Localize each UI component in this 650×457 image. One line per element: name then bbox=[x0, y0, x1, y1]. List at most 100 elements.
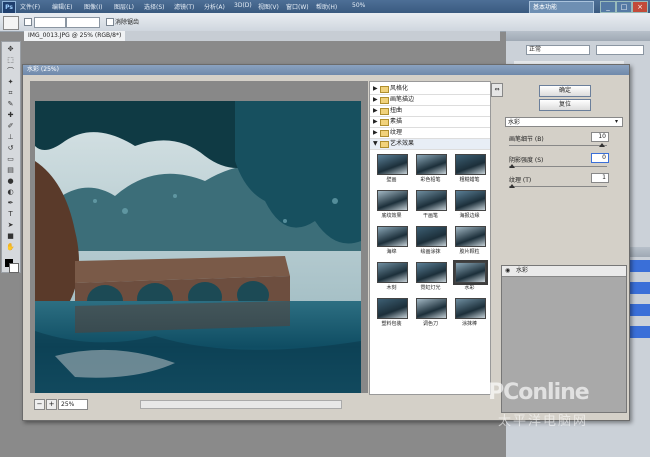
folder-open-icon bbox=[380, 141, 389, 148]
marquee-tool-icon[interactable]: ⬚ bbox=[5, 56, 16, 65]
brush-detail-slider[interactable] bbox=[509, 145, 607, 146]
brush-tool-icon[interactable]: ✐ bbox=[5, 122, 16, 131]
filter-thumbnail-label: 涂抹棒 bbox=[461, 321, 477, 327]
preview-pane[interactable] bbox=[30, 81, 368, 393]
preview-scrollbar[interactable] bbox=[140, 400, 342, 409]
blend-mode-select[interactable]: 正常 bbox=[526, 45, 590, 55]
category-label: 扭曲 bbox=[390, 107, 403, 114]
menu-analysis[interactable]: 分析(A) bbox=[204, 2, 225, 11]
shape-tool-icon[interactable]: ■ bbox=[5, 232, 16, 241]
menu-help[interactable]: 帮助(H) bbox=[316, 2, 337, 11]
opacity-field[interactable] bbox=[596, 45, 644, 55]
maximize-button[interactable]: □ bbox=[616, 1, 632, 13]
filter-preview-icon bbox=[416, 190, 447, 211]
shadow-intensity-slider[interactable] bbox=[509, 166, 607, 167]
toolbox: ✥ ⬚ ⌒ ✦ ⌗ ✎ ✚ ✐ ⊥ ↺ ▭ ▤ ● ◐ ✒ T ➤ ■ ✋ bbox=[1, 41, 21, 273]
menu-image[interactable]: 图像(I) bbox=[84, 2, 102, 11]
chevron-down-icon[interactable]: ▾ bbox=[615, 117, 618, 127]
slider-handle[interactable] bbox=[599, 143, 605, 147]
blur-tool-icon[interactable]: ● bbox=[5, 177, 16, 186]
antialias-label: 消除锯齿 bbox=[115, 19, 140, 26]
filter-preview-icon bbox=[416, 262, 447, 283]
crop-tool-icon[interactable]: ⌗ bbox=[5, 89, 16, 98]
type-tool-icon[interactable]: T bbox=[5, 210, 16, 219]
filter-preview-icon bbox=[416, 226, 447, 247]
eyedropper-icon[interactable]: ✎ bbox=[5, 100, 16, 109]
ok-button[interactable]: 确定 bbox=[539, 85, 591, 97]
lasso-tool-icon[interactable]: ⌒ bbox=[5, 67, 16, 76]
folder-icon bbox=[380, 97, 389, 104]
menu-filter[interactable]: 滤镜(T) bbox=[174, 2, 194, 11]
tool-preset-icon[interactable] bbox=[3, 16, 19, 30]
eye-icon[interactable]: ◉ bbox=[505, 268, 511, 274]
dodge-tool-icon[interactable]: ◐ bbox=[5, 188, 16, 197]
healing-brush-icon[interactable]: ✚ bbox=[5, 111, 16, 120]
gradient-tool-icon[interactable]: ▤ bbox=[5, 166, 16, 175]
filter-list: ▶ 风格化 ▶ 画笔描边 ▶ 扭曲 ▶ 素描 ▶ 纹理 ▼ 艺术效果 壁画 彩色… bbox=[369, 81, 491, 395]
magic-wand-icon[interactable]: ✦ bbox=[5, 78, 16, 87]
folder-icon bbox=[380, 130, 389, 137]
filter-thumbnail-label: 胶片颗粒 bbox=[459, 249, 480, 255]
category-distort[interactable]: ▶ 扭曲 bbox=[370, 106, 490, 117]
menu-edit[interactable]: 编辑(E) bbox=[52, 2, 72, 11]
category-artistic[interactable]: ▼ 艺术效果 bbox=[370, 139, 490, 150]
category-texture[interactable]: ▶ 纹理 bbox=[370, 128, 490, 139]
zoom-out-button[interactable]: − bbox=[34, 399, 45, 410]
minimize-button[interactable]: _ bbox=[600, 1, 616, 13]
option-checkbox[interactable] bbox=[24, 18, 32, 26]
menu-view[interactable]: 视图(V) bbox=[258, 2, 279, 11]
background-color-swatch[interactable] bbox=[9, 263, 19, 273]
zoom-level[interactable]: 50% bbox=[352, 2, 365, 9]
document-tab[interactable]: IMG_0013.JPG @ 25% (RGB/8*) bbox=[24, 31, 126, 41]
collapse-gallery-icon[interactable]: ⇔ bbox=[491, 83, 503, 97]
texture-field[interactable]: 1 bbox=[591, 173, 609, 183]
filter-preview-icon bbox=[377, 262, 408, 283]
filter-thumbnail-label: 霓虹灯光 bbox=[420, 285, 441, 291]
reset-button[interactable]: 复位 bbox=[539, 99, 591, 111]
preview-footer: − + 25% bbox=[30, 397, 368, 411]
category-sketch[interactable]: ▶ 素描 bbox=[370, 117, 490, 128]
filter-select[interactable]: 水彩 bbox=[505, 117, 623, 127]
filter-thumbnail-label: 调色刀 bbox=[422, 321, 438, 327]
filter-thumbnail-label: 木刻 bbox=[386, 285, 397, 291]
zoom-field[interactable]: 25% bbox=[58, 399, 88, 410]
document-tab-bar: IMG_0013.JPG @ 25% (RGB/8*) bbox=[24, 31, 500, 41]
param-label-brush-detail: 画笔细节 (B) bbox=[509, 136, 544, 143]
category-stylize[interactable]: ▶ 风格化 bbox=[370, 84, 490, 95]
preview-image bbox=[35, 101, 361, 393]
filter-gallery-dialog: 水彩 (25%) − + 25% ▶ 风格化 ▶ 画笔描边 ▶ 扭曲 ▶ 素描 … bbox=[22, 64, 630, 421]
zoom-in-button[interactable]: + bbox=[46, 399, 57, 410]
move-tool-icon[interactable]: ✥ bbox=[5, 45, 16, 54]
filter-preview-icon bbox=[455, 298, 486, 319]
brush-detail-field[interactable]: 10 bbox=[591, 132, 609, 142]
option-combo-1[interactable] bbox=[34, 17, 66, 28]
menu-3d[interactable]: 3D(D) bbox=[234, 2, 252, 9]
folder-icon bbox=[380, 108, 389, 115]
filter-thumbnail-label: 塑料包装 bbox=[381, 321, 402, 327]
filter-preview-icon bbox=[453, 260, 488, 285]
hand-tool-icon[interactable]: ✋ bbox=[5, 243, 16, 252]
antialias-checkbox[interactable] bbox=[106, 18, 114, 26]
path-select-icon[interactable]: ➤ bbox=[5, 221, 16, 230]
folder-icon bbox=[380, 86, 389, 93]
effect-layer-row[interactable]: ◉ 水彩 bbox=[502, 266, 626, 277]
history-brush-icon[interactable]: ↺ bbox=[5, 144, 16, 153]
slider-handle[interactable] bbox=[509, 184, 515, 188]
option-combo-2[interactable] bbox=[66, 17, 100, 28]
texture-slider[interactable] bbox=[509, 186, 607, 187]
panel-tab-strip[interactable] bbox=[506, 31, 650, 41]
shadow-intensity-field[interactable]: 0 bbox=[591, 153, 609, 163]
menu-file[interactable]: 文件(F) bbox=[20, 2, 40, 11]
filter-thumbnail-label: 干画笔 bbox=[422, 213, 438, 219]
menu-layer[interactable]: 图层(L) bbox=[114, 2, 134, 11]
close-button[interactable]: × bbox=[632, 1, 648, 13]
options-bar: 消除锯齿 bbox=[0, 13, 650, 32]
filter-thumbnail-label: 海报边缘 bbox=[459, 213, 480, 219]
menu-window[interactable]: 窗口(W) bbox=[286, 2, 309, 11]
slider-handle[interactable] bbox=[509, 164, 515, 168]
stamp-tool-icon[interactable]: ⊥ bbox=[5, 133, 16, 142]
menu-select[interactable]: 选择(S) bbox=[144, 2, 165, 11]
pen-tool-icon[interactable]: ✒ bbox=[5, 199, 16, 208]
category-brush-strokes[interactable]: ▶ 画笔描边 bbox=[370, 95, 490, 106]
eraser-tool-icon[interactable]: ▭ bbox=[5, 155, 16, 164]
